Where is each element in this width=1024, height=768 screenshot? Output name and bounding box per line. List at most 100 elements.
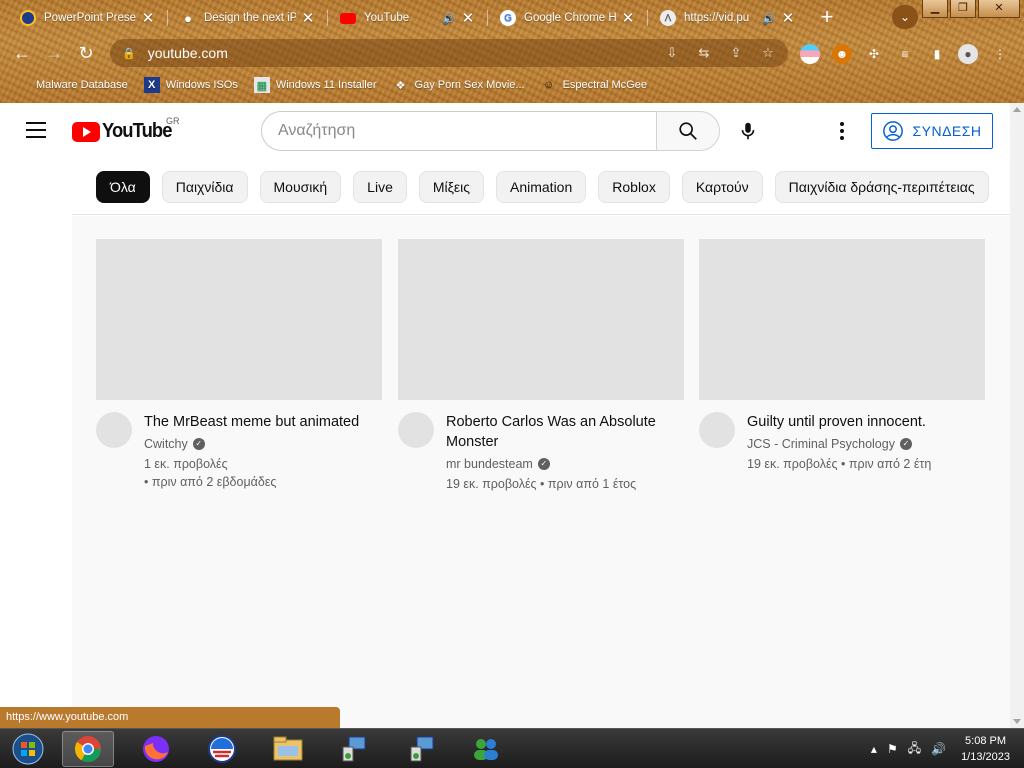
- profile-icon[interactable]: ●: [958, 44, 978, 64]
- channel-name[interactable]: mr bundesteam ✓: [446, 457, 684, 471]
- close-icon[interactable]: ✕: [780, 9, 796, 27]
- minimize-button[interactable]: ▁: [922, 0, 948, 18]
- chip-mixes[interactable]: Μίξεις: [418, 170, 484, 203]
- bookmark-star-icon[interactable]: ☆: [756, 45, 780, 61]
- video-title[interactable]: Guilty until proven innocent.: [747, 412, 985, 432]
- network-icon[interactable]: 🖧: [908, 739, 921, 760]
- new-tab-button[interactable]: +: [815, 6, 839, 30]
- video-card[interactable]: The MrBeast meme but animated Cwitchy ✓ 1…: [96, 239, 382, 491]
- obama-icon[interactable]: [196, 731, 248, 767]
- show-hidden-icons-arrow-icon[interactable]: ▴: [871, 742, 877, 756]
- powerpoint-icon: [20, 10, 36, 26]
- bookmark-windows-isos[interactable]: X Windows ISOs: [143, 77, 238, 93]
- tab-title: Google Chrome He: [524, 12, 616, 24]
- forward-button[interactable]: →: [42, 41, 66, 65]
- install-icon[interactable]: ⇩: [660, 45, 684, 61]
- video-thumbnail[interactable]: [699, 239, 985, 400]
- window-close-button[interactable]: ✕: [978, 0, 1020, 18]
- share-icon[interactable]: ⇪: [724, 45, 748, 61]
- start-orb-icon[interactable]: [2, 731, 54, 767]
- channel-name[interactable]: JCS - Criminal Psychology ✓: [747, 437, 985, 451]
- firefox-icon[interactable]: [130, 731, 182, 767]
- youtube-page: YouTube GR Αναζήτηση ΣΥΝΔΕΣΗ Όλα Παιχνίδ…: [0, 103, 1024, 728]
- clock-date: 1/13/2023: [961, 751, 1010, 763]
- close-icon[interactable]: ✕: [620, 9, 636, 27]
- tab-design-iphone[interactable]: ● Design the next iP ✕: [172, 4, 324, 32]
- media-control-icon[interactable]: ≡: [895, 44, 915, 64]
- chip-animation[interactable]: Animation: [496, 170, 587, 203]
- file-explorer-icon[interactable]: [262, 731, 314, 767]
- verified-check-icon: ✓: [537, 458, 550, 470]
- back-button[interactable]: ←: [10, 41, 34, 65]
- url-text[interactable]: youtube.com: [148, 45, 660, 61]
- verified-check-icon: ✓: [899, 438, 912, 450]
- lock-icon[interactable]: 🔒: [122, 47, 136, 60]
- search-bar: Αναζήτηση: [261, 111, 720, 151]
- translate-icon[interactable]: ⇆: [692, 45, 716, 61]
- speaker-icon[interactable]: 🔊: [442, 12, 456, 25]
- channel-avatar[interactable]: [96, 412, 132, 448]
- hamburger-menu-icon[interactable]: [26, 122, 46, 138]
- volume-icon[interactable]: 🔊: [931, 742, 946, 756]
- flag-extension-icon[interactable]: [800, 44, 820, 64]
- search-input[interactable]: Αναζήτηση: [261, 111, 656, 151]
- close-icon[interactable]: ✕: [140, 9, 156, 27]
- restore-button[interactable]: ❐: [950, 0, 976, 18]
- chrome-icon[interactable]: [62, 731, 114, 767]
- puzzle-extensions-icon[interactable]: ✣: [864, 44, 884, 64]
- avatar-extension-icon[interactable]: ☻: [832, 44, 852, 64]
- network-setup-icon[interactable]: [328, 731, 380, 767]
- video-card[interactable]: Guilty until proven innocent. JCS - Crim…: [699, 239, 985, 473]
- messenger-icon[interactable]: [460, 731, 512, 767]
- chip-action-adventure-games[interactable]: Παιχνίδια δράσης-περιπέτειας: [774, 170, 989, 203]
- close-icon[interactable]: ✕: [300, 9, 316, 27]
- channel-avatar[interactable]: [699, 412, 735, 448]
- chip-live[interactable]: Live: [353, 170, 407, 203]
- video-card[interactable]: Roberto Carlos Was an Absolute Monster m…: [398, 239, 684, 493]
- sign-in-button[interactable]: ΣΥΝΔΕΣΗ: [871, 113, 993, 149]
- bookmark-malware-database[interactable]: Malware Database: [14, 77, 128, 93]
- side-panel-icon[interactable]: ▮: [927, 44, 947, 64]
- filter-chips-bar: Όλα Παιχνίδια Μουσική Live Μίξεις Animat…: [72, 159, 1010, 215]
- chip-games[interactable]: Παιχνίδια: [161, 170, 248, 203]
- action-center-flag-icon[interactable]: ⚑: [887, 742, 898, 756]
- menu-kebab-icon[interactable]: ⋮: [990, 44, 1010, 64]
- address-bar[interactable]: 🔒 youtube.com ⇩ ⇆ ⇪ ☆: [110, 39, 788, 67]
- reload-button[interactable]: ↻: [74, 41, 98, 65]
- close-icon[interactable]: ✕: [460, 9, 476, 27]
- video-title[interactable]: Roberto Carlos Was an Absolute Monster: [446, 412, 684, 452]
- bookmark-movie-site[interactable]: ❖ Gay Porn Sex Movie...: [393, 77, 525, 93]
- bookmark-windows-11-installer[interactable]: ▦ Windows 11 Installer: [253, 77, 377, 93]
- chip-music[interactable]: Μουσική: [259, 170, 342, 203]
- speaker-icon[interactable]: 🔊: [762, 12, 776, 25]
- country-code: GR: [166, 116, 180, 126]
- channel-name[interactable]: Cwitchy ✓: [144, 437, 382, 451]
- tab-vid[interactable]: Λ https://vid.pu 🔊 ✕: [652, 4, 804, 32]
- bookmark-espectral-mcgee[interactable]: ☺ Espectral McGee: [541, 77, 647, 93]
- video-title[interactable]: The MrBeast meme but animated: [144, 412, 382, 432]
- channel-avatar[interactable]: [398, 412, 434, 448]
- tab-chrome-help[interactable]: G Google Chrome He ✕: [492, 4, 644, 32]
- network-setup-icon-2[interactable]: [396, 731, 448, 767]
- chip-roblox[interactable]: Roblox: [598, 170, 670, 203]
- chip-cartoons[interactable]: Καρτούν: [681, 170, 763, 203]
- video-thumbnail[interactable]: [398, 239, 684, 400]
- tab-youtube[interactable]: YouTube 🔊 ✕: [332, 4, 484, 32]
- person-icon: ☺: [542, 79, 555, 91]
- tab-title: YouTube: [364, 12, 410, 24]
- video-thumbnail[interactable]: [96, 239, 382, 400]
- tab-powerpoint[interactable]: PowerPoint Presen ✕: [12, 4, 164, 32]
- youtube-logo[interactable]: YouTube GR: [72, 116, 180, 143]
- clock[interactable]: 5:08 PM 1/13/2023: [961, 733, 1010, 765]
- window-controls: ▁ ❐ ✕: [920, 0, 1020, 18]
- search-button[interactable]: [656, 111, 720, 151]
- settings-kebab-icon[interactable]: [830, 117, 854, 145]
- scroll-down-arrow-icon[interactable]: [1013, 719, 1021, 724]
- voice-search-button[interactable]: [732, 115, 764, 147]
- bookmarks-bar: Malware Database X Windows ISOs ▦ Window…: [0, 72, 1024, 98]
- chip-all[interactable]: Όλα: [96, 170, 150, 203]
- tab-search-button[interactable]: ⌄: [892, 5, 918, 29]
- scroll-up-arrow-icon[interactable]: [1013, 107, 1021, 112]
- page-scrollbar[interactable]: [1010, 103, 1024, 728]
- youtube-icon: [340, 12, 356, 24]
